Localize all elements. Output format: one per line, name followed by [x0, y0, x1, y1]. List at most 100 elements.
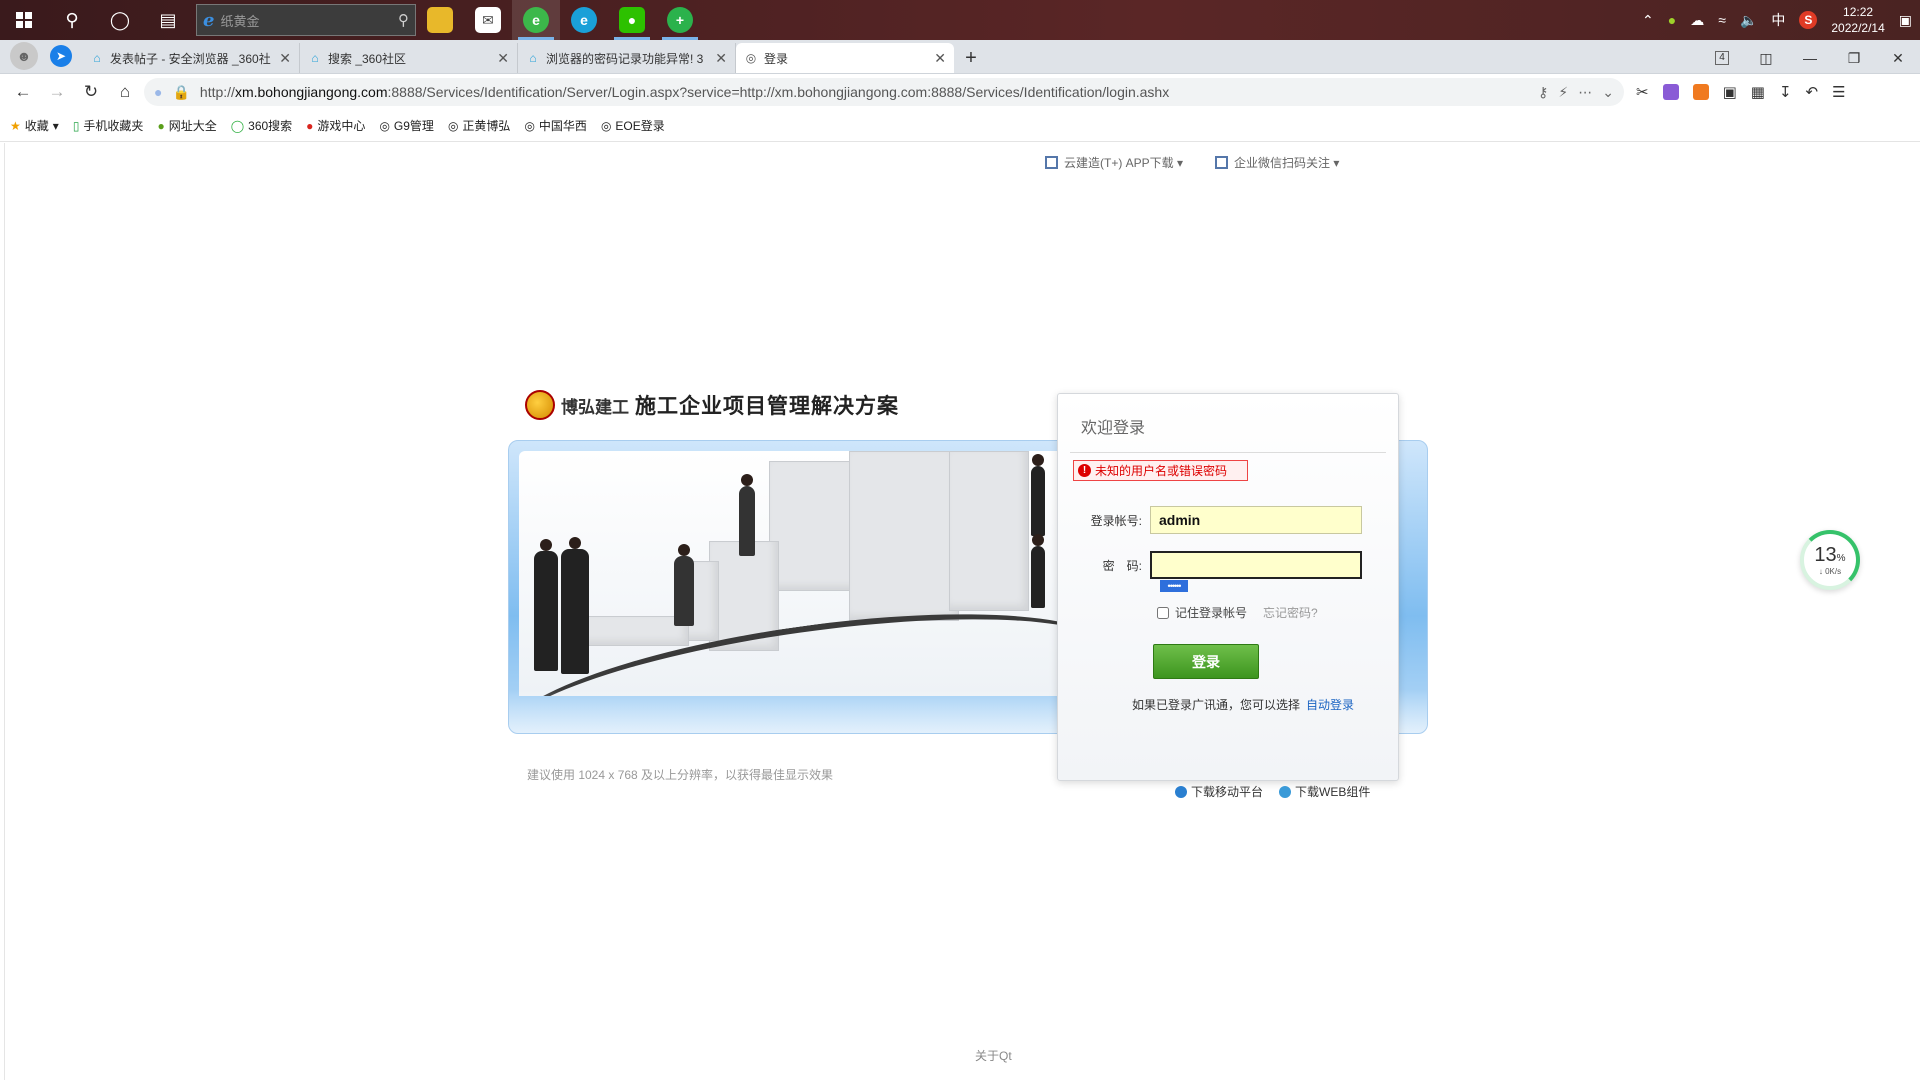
360-browser-icon[interactable]: e [512, 0, 560, 40]
password-input[interactable] [1150, 551, 1362, 579]
forward-icon[interactable]: → [42, 78, 72, 106]
close-icon[interactable]: ✕ [497, 50, 509, 67]
bookmark-games[interactable]: ● 游戏中心 [306, 117, 365, 134]
undo-icon[interactable]: ↶ [1806, 83, 1819, 101]
more-icon[interactable]: ⋯ [1578, 84, 1592, 101]
bookmark-g9[interactable]: ◎ G9管理 [379, 117, 434, 134]
network-speed-widget[interactable]: 13% ↓ 0K/s [1800, 530, 1860, 590]
notification-icon[interactable]: ▣ [1899, 12, 1912, 29]
cloud-icon[interactable]: ☁ [1690, 12, 1704, 29]
lightning-icon[interactable]: ⚡ [1558, 84, 1568, 101]
back-icon[interactable]: ← [8, 78, 38, 106]
cortana-icon[interactable]: ◯ [96, 0, 144, 40]
speed-rate: ↓ 0K/s [1818, 567, 1842, 576]
wecom-follow-link[interactable]: 企业微信扫码关注 ▾ [1215, 154, 1339, 171]
account-input[interactable] [1150, 506, 1362, 534]
clock-date: 2022/2/14 [1831, 21, 1885, 35]
key-icon[interactable]: ⚷ [1538, 84, 1548, 101]
app-download-link[interactable]: 云建造(T+) APP下载 ▾ [1045, 154, 1183, 171]
game-icon[interactable] [1692, 84, 1709, 100]
link-label: 云建造(T+) APP下载 [1064, 156, 1174, 170]
mail-icon[interactable]: ✉ [464, 0, 512, 40]
wechat-icon[interactable]: ● [608, 0, 656, 40]
restore-icon[interactable]: ❐ [1832, 50, 1876, 67]
plus-shield-icon: + [667, 7, 693, 33]
insecure-lock-icon[interactable]: 🔒 [172, 84, 189, 101]
download-mobile-link[interactable]: 下载移动平台 [1175, 783, 1263, 800]
tab-post[interactable]: ⌂ 发表帖子 - 安全浏览器 _360社 ✕ [82, 43, 300, 73]
remember-checkbox[interactable] [1157, 606, 1169, 619]
windows-start-icon[interactable] [0, 0, 48, 40]
tab-login[interactable]: ◎ 登录 ✕ [736, 43, 954, 73]
bookmark-mobile[interactable]: ▯ 手机收藏夹 [73, 117, 144, 134]
site-info-icon[interactable]: ● [154, 84, 162, 100]
translate-icon[interactable] [1662, 84, 1679, 100]
address-bar[interactable]: ● 🔒 http://xm.bohongjiangong.com:8888/Se… [144, 78, 1624, 106]
bookmark-directory[interactable]: ● 网址大全 [157, 117, 216, 134]
auto-login-link[interactable]: 自动登录 [1306, 698, 1354, 712]
tab-search[interactable]: ⌂ 搜索 _360社区 ✕ [300, 43, 518, 73]
sogou-ime-icon[interactable]: S [1799, 11, 1818, 29]
reload-icon[interactable]: ↻ [76, 78, 106, 106]
bookmark-label: 中国华西 [538, 119, 587, 133]
taskbar-search-box[interactable]: e 纸黄金 ⚲ [196, 4, 416, 36]
home-icon[interactable]: ⌂ [110, 78, 140, 106]
browser-360-icon: e [523, 7, 549, 33]
close-icon[interactable]: ✕ [715, 50, 727, 67]
star-icon: ★ [10, 118, 21, 133]
company-logo-icon [525, 390, 555, 420]
bookmark-eoe[interactable]: ◎ EOE登录 [601, 117, 665, 134]
close-icon[interactable]: ✕ [934, 50, 946, 67]
volume-icon[interactable]: 🔈 [1740, 12, 1757, 29]
password-label: 密 码: [1102, 558, 1142, 573]
bookmark-huaxi[interactable]: ◎ 中国华西 [524, 117, 587, 134]
folder-icon [427, 7, 453, 33]
url-text[interactable]: http://xm.bohongjiangong.com:8888/Servic… [200, 84, 1528, 100]
ime-indicator[interactable]: 中 [1771, 10, 1785, 30]
shirt-skin-icon[interactable]: ◫ [1744, 50, 1788, 67]
close-icon[interactable]: ✕ [279, 50, 291, 67]
file-explorer-icon[interactable] [416, 0, 464, 40]
apps-grid-icon[interactable]: ▦ [1751, 83, 1765, 101]
wifi-icon[interactable]: ≈ [1718, 12, 1726, 28]
bookmark-360search[interactable]: ◯ 360搜索 [231, 117, 292, 134]
scissors-icon[interactable]: ✂ [1636, 83, 1649, 101]
task-view-icon[interactable]: ▤ [144, 0, 192, 40]
close-window-icon[interactable]: ✕ [1876, 50, 1920, 67]
menu-icon[interactable]: ☰ [1832, 83, 1845, 101]
chevron-down-icon[interactable]: ⌄ [1602, 84, 1614, 101]
bookmark-label: EOE登录 [615, 119, 665, 133]
globe-icon: ◎ [745, 51, 757, 65]
remember-label[interactable]: 记住登录帐号 [1175, 604, 1247, 621]
chevron-up-icon[interactable]: ⌃ [1642, 12, 1654, 29]
remember-row: 记住登录帐号 忘记密码? [1157, 604, 1318, 621]
bookmark-zhenghuang[interactable]: ◎ 正黄博弘 [448, 117, 511, 134]
bookmark-favorites[interactable]: ★ 收藏 ▾ [10, 117, 59, 134]
tab-count-badge[interactable]: 4 [1715, 51, 1729, 65]
tab-password-issue[interactable]: ⌂ 浏览器的密码记录功能异常! 3 ✕ [518, 43, 736, 73]
qr-code-icon [1215, 156, 1229, 169]
forgot-password-link[interactable]: 忘记密码? [1263, 604, 1318, 621]
download-web-link[interactable]: 下载WEB组件 [1279, 783, 1370, 800]
new-tab-button[interactable]: + [954, 43, 988, 73]
auto-login-text: 如果已登录广讯通，您可以选择 [1132, 698, 1301, 712]
minimize-icon[interactable]: — [1788, 50, 1832, 66]
download-icon[interactable]: ↧ [1779, 83, 1792, 101]
clock[interactable]: 12:22 2022/2/14 [1831, 4, 1884, 36]
reader-icon[interactable]: ▣ [1723, 83, 1737, 101]
edge-icon[interactable]: e [560, 0, 608, 40]
pinned-tab-icon[interactable]: ➤ [50, 45, 72, 67]
speed-percent: 13% [1814, 544, 1846, 566]
360-tray-icon[interactable]: ● [1668, 12, 1676, 28]
avatar[interactable]: ☻ [10, 42, 38, 70]
login-button[interactable]: 登录 [1153, 644, 1259, 679]
360-community-icon: ⌂ [93, 51, 101, 65]
globe-icon: ◎ [600, 118, 612, 133]
download-links: 下载移动平台 下载WEB组件 [1175, 783, 1370, 800]
error-text: 未知的用户名或错误密码 [1095, 464, 1228, 478]
360-security-icon[interactable]: + [656, 0, 704, 40]
about-qt-link[interactable]: 关于Qt [975, 1047, 1012, 1064]
tab-label: 搜索 _360社区 [328, 51, 407, 66]
tab-label: 浏览器的密码记录功能异常! 3 [546, 51, 704, 66]
search-icon[interactable]: ⚲ [48, 0, 96, 40]
